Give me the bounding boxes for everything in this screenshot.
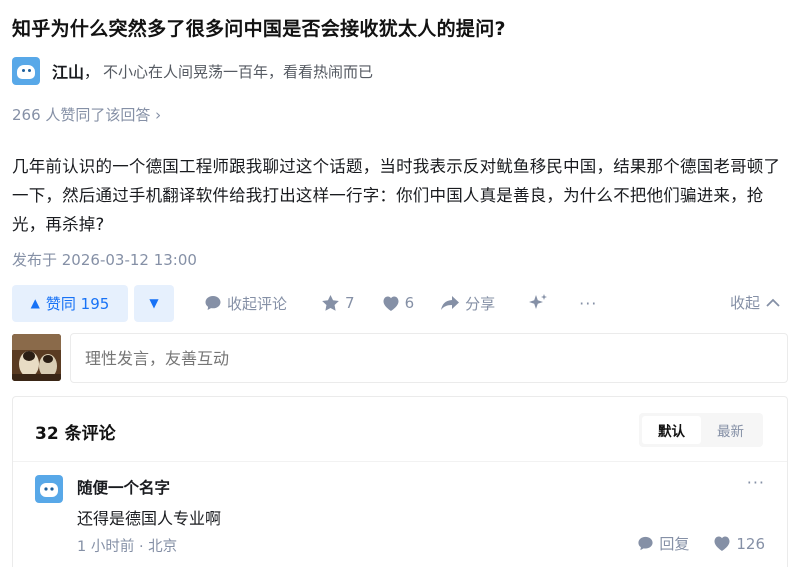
author-name[interactable]: 江山 bbox=[52, 59, 84, 83]
chevron-up-icon bbox=[766, 298, 780, 307]
publish-time: 发布于 2026-03-12 13:00 bbox=[12, 251, 197, 269]
share-arrow-icon bbox=[441, 295, 460, 310]
author-separator: ， bbox=[84, 62, 100, 81]
comment-like-count: 126 bbox=[736, 534, 765, 553]
question-title[interactable]: 知乎为什么突然多了很多问中国是否会接收犹太人的提问? bbox=[12, 14, 506, 41]
author-avatar[interactable] bbox=[12, 57, 40, 85]
like-count: 6 bbox=[404, 294, 415, 312]
upvote-button[interactable]: ▲ 赞同 195 bbox=[12, 284, 128, 322]
share-button[interactable]: 分享 bbox=[440, 293, 495, 314]
ellipsis-icon: ··· bbox=[579, 293, 598, 313]
comment-item: 随便一个名字 ··· 还得是德国人专业啊 1 小时前 · 北京 回复 126 bbox=[35, 473, 765, 563]
collapse-comments-button[interactable]: 收起评论 bbox=[204, 293, 287, 314]
answer-action-bar: ▲ 赞同 195 ▼ 收起评论 7 6 分享 ··· 收起 bbox=[12, 284, 788, 322]
comment-bubble-icon bbox=[205, 296, 221, 310]
collapse-comments-label: 收起评论 bbox=[227, 294, 288, 313]
favorite-count: 7 bbox=[345, 294, 355, 312]
comment-like-button[interactable]: 126 bbox=[713, 535, 765, 553]
more-options-button[interactable]: ··· bbox=[579, 294, 597, 313]
comment-sort-toggle: 默认 最新 bbox=[639, 413, 763, 447]
triangle-up-icon: ▲ bbox=[30, 296, 40, 310]
downvote-button[interactable]: ▼ bbox=[134, 284, 174, 322]
share-label: 分享 bbox=[465, 294, 496, 313]
heart-icon bbox=[383, 296, 399, 311]
sort-default-button[interactable]: 默认 bbox=[642, 416, 701, 444]
comment-text: 还得是德国人专业啊 bbox=[77, 509, 222, 528]
current-user-avatar[interactable] bbox=[12, 334, 61, 381]
sort-latest-button[interactable]: 最新 bbox=[701, 416, 760, 444]
comment-more-button[interactable]: ··· bbox=[747, 473, 765, 492]
author-bio: 不小心在人间晃荡一百年，看看热闹而已 bbox=[103, 62, 374, 81]
comment-author-avatar[interactable] bbox=[35, 475, 63, 503]
collapse-label: 收起 bbox=[729, 294, 760, 312]
heart-icon bbox=[714, 536, 730, 551]
favorite-button[interactable]: 7 bbox=[321, 294, 355, 312]
comment-meta: 1 小时前 · 北京 bbox=[77, 539, 178, 555]
comments-panel: 32 条评论 默认 最新 随便一个名字 ··· 还得是德国人专业啊 1 小时前 … bbox=[12, 396, 788, 567]
comment-reply-label: 回复 bbox=[659, 535, 690, 553]
upvote-summary-link[interactable]: 266 人赞同了该回答 › bbox=[12, 104, 161, 125]
divider bbox=[13, 461, 787, 462]
reply-bubble-icon bbox=[638, 536, 653, 551]
comment-actions: 回复 126 bbox=[637, 533, 765, 554]
author-row: 江山 ， 不小心在人间晃荡一百年，看看热闹而已 bbox=[12, 56, 373, 86]
triangle-down-icon: ▼ bbox=[149, 296, 159, 310]
comment-reply-button[interactable]: 回复 bbox=[637, 533, 689, 554]
comment-author-name[interactable]: 随便一个名字 bbox=[77, 476, 170, 498]
like-button[interactable]: 6 bbox=[382, 294, 415, 312]
ai-sparkle-button[interactable] bbox=[527, 293, 549, 313]
comments-count: 32 条评论 bbox=[35, 424, 116, 444]
star-icon bbox=[322, 294, 339, 311]
upvote-label: 赞同 195 bbox=[45, 294, 110, 313]
answer-content: 几年前认识的一个德国工程师跟我聊过这个话题，当时我表示反对鱿鱼移民中国，结果那个… bbox=[12, 157, 781, 234]
sparkle-icon bbox=[529, 294, 548, 309]
comment-input[interactable] bbox=[70, 333, 788, 383]
figurine-avatar-image bbox=[12, 334, 61, 381]
comment-editor-row bbox=[12, 333, 788, 383]
collapse-answer-button[interactable]: 收起 bbox=[730, 292, 780, 313]
